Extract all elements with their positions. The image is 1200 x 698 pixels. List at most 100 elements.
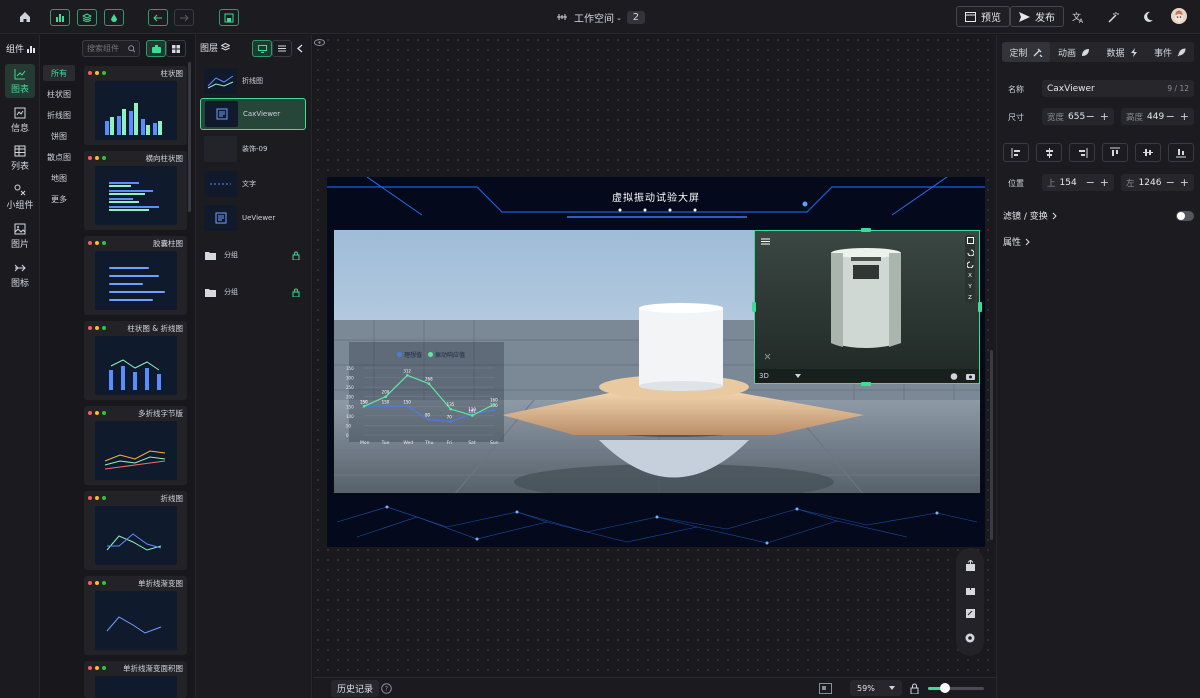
eye-icon[interactable] bbox=[313, 38, 325, 46]
category-all[interactable]: 所有 bbox=[43, 65, 75, 81]
history-button[interactable]: 历史记录 bbox=[331, 680, 380, 697]
menu-icon[interactable] bbox=[760, 236, 770, 246]
layer-group[interactable]: 分组 bbox=[205, 248, 300, 262]
align-bottom-button[interactable] bbox=[1168, 143, 1194, 162]
publish-button[interactable]: 发布 bbox=[1010, 6, 1064, 27]
category-map[interactable]: 地图 bbox=[43, 170, 75, 186]
axis-z-button[interactable]: Z bbox=[968, 295, 972, 301]
component-search[interactable] bbox=[82, 40, 140, 57]
filter-toggle[interactable] bbox=[1176, 211, 1194, 221]
components-scrollbar[interactable] bbox=[188, 62, 191, 212]
workspace-number[interactable]: 2 bbox=[626, 10, 646, 24]
category-more[interactable]: 更多 bbox=[43, 191, 75, 207]
moon-icon[interactable] bbox=[1140, 9, 1156, 25]
nav-item-icons[interactable]: 图标 bbox=[5, 258, 35, 292]
home-icon[interactable] bbox=[17, 9, 33, 25]
camera-icon[interactable] bbox=[966, 373, 975, 380]
axis-x-button[interactable]: X bbox=[968, 273, 972, 279]
palette-icon[interactable] bbox=[950, 372, 958, 380]
theme-tool-button[interactable] bbox=[104, 9, 124, 26]
translate-icon[interactable]: 文A bbox=[1070, 9, 1086, 25]
component-card-bar-line[interactable]: 柱状图 & 折线图 bbox=[84, 321, 187, 400]
height-stepper[interactable]: 高度 449 − + bbox=[1121, 108, 1194, 125]
nav-item-list[interactable]: 列表 bbox=[5, 141, 35, 175]
layer-thumb-view-button[interactable] bbox=[252, 40, 272, 57]
chart-tool-button[interactable] bbox=[50, 9, 70, 26]
undo-button[interactable] bbox=[148, 9, 168, 26]
help-icon[interactable]: ? bbox=[381, 683, 392, 694]
align-right-button[interactable] bbox=[1069, 143, 1095, 162]
align-top-button[interactable] bbox=[1102, 143, 1128, 162]
nav-item-widgets[interactable]: 小组件 bbox=[5, 180, 35, 214]
width-stepper[interactable]: 宽度 655 − + bbox=[1042, 108, 1114, 125]
grid-view-button[interactable] bbox=[166, 40, 186, 57]
properties-section[interactable]: 属性 bbox=[1003, 235, 1030, 248]
collapse-chevron-icon[interactable] bbox=[294, 42, 306, 54]
layer-group[interactable]: 分组 bbox=[205, 285, 300, 299]
layer-item-text[interactable]: 文字 bbox=[200, 168, 306, 200]
minus-icon[interactable]: − bbox=[1086, 176, 1095, 189]
component-card-gradient-line[interactable]: 单折线渐变图 bbox=[84, 576, 187, 655]
redo-button[interactable] bbox=[174, 9, 194, 26]
plus-icon[interactable]: + bbox=[1180, 176, 1189, 189]
layer-item-caxviewer[interactable]: CaxViewer bbox=[200, 98, 306, 130]
component-card-multiline[interactable]: 多折线字节版 bbox=[84, 406, 187, 485]
plus-icon[interactable]: + bbox=[1100, 176, 1109, 189]
layer-item-line[interactable]: 折线图 bbox=[200, 65, 306, 97]
zoom-slider-knob[interactable] bbox=[939, 683, 950, 693]
minus-icon[interactable]: − bbox=[1086, 110, 1095, 123]
tab-animation[interactable]: 动画 bbox=[1050, 42, 1098, 62]
zoom-slider[interactable] bbox=[928, 683, 984, 693]
component-card-bar[interactable]: 柱状图 bbox=[84, 66, 187, 145]
minimap-icon[interactable] bbox=[818, 682, 832, 694]
zoom-select[interactable]: 59% bbox=[850, 680, 902, 696]
layers-tool-button[interactable] bbox=[77, 9, 97, 26]
settings-icon[interactable] bbox=[964, 632, 976, 644]
axis-y-button[interactable]: Y bbox=[968, 284, 971, 290]
fit-view-icon[interactable] bbox=[966, 237, 974, 244]
preview-button[interactable]: 预览 bbox=[956, 6, 1010, 27]
tab-events[interactable]: 事件 bbox=[1146, 42, 1194, 62]
search-input[interactable] bbox=[87, 44, 125, 53]
rotate-reverse-icon[interactable] bbox=[966, 261, 974, 268]
align-left-button[interactable] bbox=[1003, 143, 1029, 162]
align-center-h-button[interactable] bbox=[1036, 143, 1062, 162]
minus-icon[interactable]: − bbox=[1166, 176, 1175, 189]
category-bar[interactable]: 柱状图 bbox=[43, 86, 75, 102]
top-stepper[interactable]: 上 154 − + bbox=[1042, 174, 1114, 191]
card-view-button[interactable] bbox=[146, 40, 166, 57]
filter-transform-section[interactable]: 滤镜 / 变换 bbox=[1003, 209, 1057, 222]
import-icon[interactable] bbox=[965, 584, 976, 596]
component-card-line[interactable]: 折线图 bbox=[84, 491, 187, 570]
lock-icon[interactable] bbox=[909, 682, 919, 694]
layer-list-view-button[interactable] bbox=[272, 40, 292, 57]
view-mode-select[interactable]: 3D bbox=[759, 372, 769, 380]
name-input[interactable]: CaxViewer 9 / 12 bbox=[1042, 80, 1194, 97]
align-center-v-button[interactable] bbox=[1135, 143, 1161, 162]
resize-handle-top[interactable] bbox=[861, 228, 871, 232]
left-stepper[interactable]: 左 1246 − + bbox=[1121, 174, 1194, 191]
plus-icon[interactable]: + bbox=[1180, 110, 1189, 123]
nav-item-charts[interactable]: 图表 bbox=[5, 64, 35, 98]
component-card-gradient-area[interactable]: 单折线渐变面积图 bbox=[84, 661, 187, 698]
nav-item-images[interactable]: 图片 bbox=[5, 219, 35, 253]
avatar[interactable] bbox=[1171, 8, 1187, 24]
component-card-hbar[interactable]: 横向柱状图 bbox=[84, 151, 187, 230]
edit-icon[interactable] bbox=[965, 608, 976, 619]
layer-item-ueviewer[interactable]: UeViewer bbox=[200, 202, 306, 234]
nav-item-info[interactable]: 信息 bbox=[5, 103, 35, 137]
save-button[interactable] bbox=[219, 9, 239, 26]
plus-icon[interactable]: + bbox=[1100, 110, 1109, 123]
category-pie[interactable]: 饼图 bbox=[43, 128, 75, 144]
category-scatter[interactable]: 散点图 bbox=[43, 149, 75, 165]
layer-item-decoration[interactable]: 装饰-09 bbox=[200, 133, 306, 165]
tab-data[interactable]: 数据 bbox=[1098, 42, 1146, 62]
rotate-icon[interactable] bbox=[967, 249, 974, 256]
caxviewer-widget[interactable]: X Y Z 3D bbox=[754, 230, 980, 384]
resize-handle-bottom[interactable] bbox=[861, 382, 871, 386]
canvas-scrollbar[interactable] bbox=[990, 350, 993, 540]
resize-handle-left[interactable] bbox=[752, 302, 756, 312]
tab-customize[interactable]: 定制 bbox=[1002, 42, 1050, 62]
component-card-capsule[interactable]: 胶囊柱图 bbox=[84, 236, 187, 315]
resize-handle-right[interactable] bbox=[978, 302, 982, 312]
